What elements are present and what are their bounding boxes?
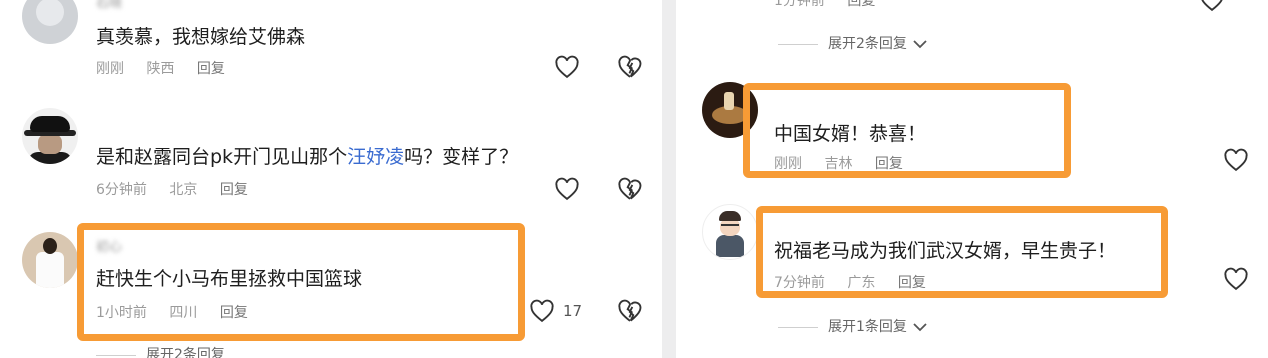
divider xyxy=(96,354,136,356)
comment-text-before: 是和赵露同台pk开门见山那个 xyxy=(96,146,348,168)
comment-location: 吉林 xyxy=(824,156,853,172)
reply-button[interactable]: 回复 xyxy=(847,0,875,9)
comment-location: 广东 xyxy=(847,275,876,291)
comment-time: 1分钟前 xyxy=(774,0,825,9)
like-count: 17 xyxy=(563,302,583,320)
comment-location: 四川 xyxy=(169,305,198,321)
comment-text-after: 吗？变样了？ xyxy=(404,146,519,168)
divider xyxy=(778,43,818,45)
comment-meta: 1小时前 四川 回复 xyxy=(96,302,266,322)
avatar[interactable] xyxy=(702,204,758,260)
right-comment-panel: 1分钟前 回复 展开2条回复 中国女婿！恭喜！ 刚刚 吉林 回复 祝福老马成为我… xyxy=(676,0,1268,358)
avatar[interactable] xyxy=(22,0,78,44)
expand-replies-label: 展开1条回复 xyxy=(828,319,907,335)
comment-time: 6分钟前 xyxy=(96,182,147,198)
username[interactable]: 石晓 xyxy=(96,0,122,11)
comment-time: 刚刚 xyxy=(96,61,124,77)
username[interactable]: 初心 xyxy=(96,236,122,255)
comment-time: 7分钟前 xyxy=(774,275,825,291)
comment-meta: 刚刚 吉林 回复 xyxy=(774,153,921,173)
comment-text: 真羡慕，我想嫁给艾佛森 xyxy=(96,26,306,48)
reply-button[interactable]: 回复 xyxy=(875,156,903,172)
like-icon[interactable] xyxy=(528,297,556,325)
avatar[interactable] xyxy=(22,232,78,288)
expand-replies-button[interactable]: 展开1条回复 xyxy=(778,316,929,336)
comment-meta: 7分钟前 广东 回复 xyxy=(774,272,944,292)
comment-text: 是和赵露同台pk开门见山那个汪妤凌吗？变样了？ xyxy=(96,142,518,169)
reply-button[interactable]: 回复 xyxy=(220,305,248,321)
like-icon[interactable] xyxy=(1222,265,1250,293)
reply-button[interactable]: 回复 xyxy=(220,182,248,198)
avatar[interactable] xyxy=(22,108,78,164)
expand-replies-button[interactable]: 展开2条回复 xyxy=(96,344,225,358)
avatar[interactable] xyxy=(702,82,758,138)
reply-button[interactable]: 回复 xyxy=(197,61,225,77)
divider xyxy=(778,326,818,328)
dislike-icon[interactable] xyxy=(616,297,644,325)
like-icon[interactable] xyxy=(553,175,581,203)
mention-link[interactable]: 汪妤凌 xyxy=(347,146,404,168)
reply-button[interactable]: 回复 xyxy=(898,275,926,291)
like-icon[interactable] xyxy=(553,53,581,81)
comment-text: 中国女婿！恭喜！ xyxy=(774,123,927,145)
chevron-down-icon xyxy=(913,323,928,332)
dislike-icon[interactable] xyxy=(616,175,644,203)
dislike-icon[interactable] xyxy=(616,53,644,81)
comment-location: 北京 xyxy=(169,182,198,198)
expand-replies-button[interactable]: 展开2条回复 xyxy=(778,33,929,53)
panel-divider xyxy=(662,0,676,358)
comment-time: 刚刚 xyxy=(774,156,802,172)
comment-meta: 6分钟前 北京 回复 xyxy=(96,179,266,199)
like-icon[interactable] xyxy=(1198,0,1226,14)
comment-text: 祝福老马成为我们武汉女婿，早生贵子！ xyxy=(774,240,1117,262)
comment-location: 陕西 xyxy=(146,61,175,77)
expand-replies-label: 展开2条回复 xyxy=(828,36,907,52)
left-comment-panel: 石晓 真羡慕，我想嫁给艾佛森 刚刚 陕西 回复 是和赵露同台pk开门见山那个汪妤… xyxy=(0,0,662,358)
comment-meta: 刚刚 陕西 回复 xyxy=(96,58,243,78)
comment-text: 赶快生个小马布里拯救中国篮球 xyxy=(96,268,363,290)
chevron-down-icon xyxy=(913,40,928,49)
comment-time: 1小时前 xyxy=(96,305,147,321)
comment-meta: 1分钟前 回复 xyxy=(774,0,893,10)
expand-replies-label: 展开2条回复 xyxy=(146,347,225,358)
like-icon[interactable] xyxy=(1222,146,1250,174)
